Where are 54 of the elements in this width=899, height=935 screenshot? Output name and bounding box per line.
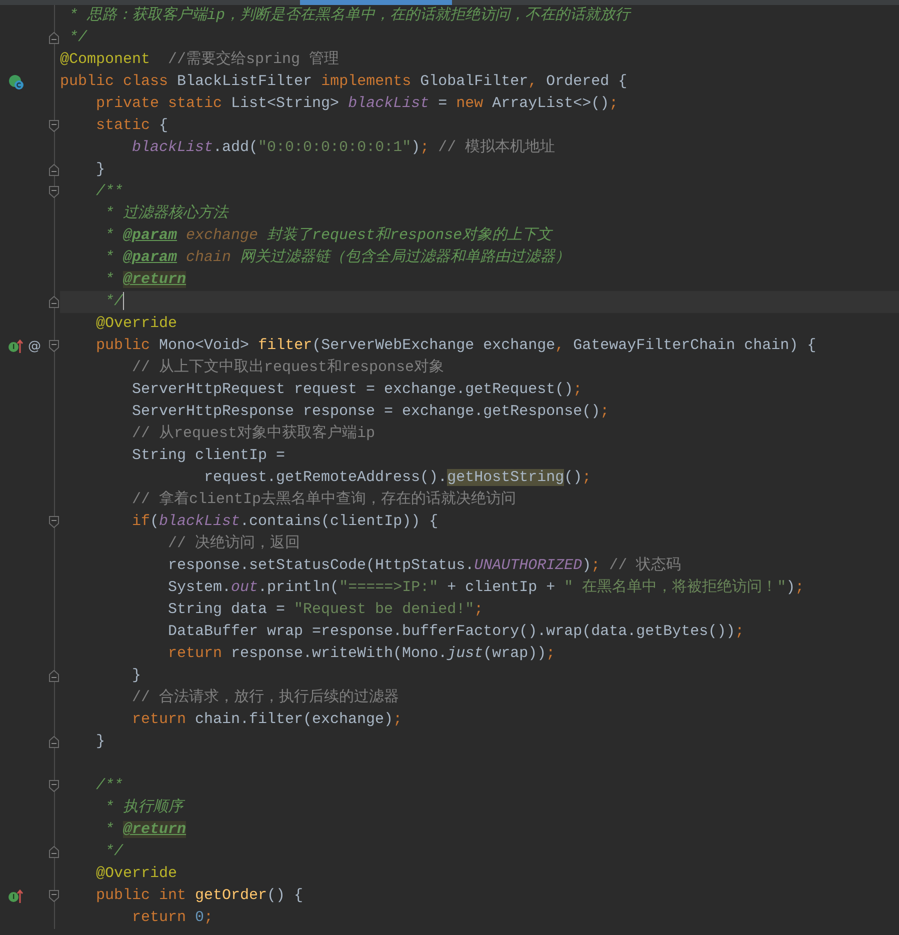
code-line: return 0; <box>131 908 214 928</box>
code-line: public Mono<Void> filter(ServerWebExchange exchange, GatewayFilterChain chain) { <box>95 336 818 356</box>
code-line: } <box>131 666 142 686</box>
code-line: * @param exchange 封装了request和response对象的上下文 <box>104 226 554 246</box>
fold-marker-icon[interactable] <box>49 340 59 352</box>
fold-marker-icon[interactable] <box>49 186 59 198</box>
code-line: * 过滤器核心方法 <box>104 203 230 224</box>
code-line: // 从上下文中取出request和response对象 <box>131 358 446 378</box>
code-line: // 决绝访问，返回 <box>167 533 302 554</box>
circle-arrow-icon[interactable] <box>8 338 24 354</box>
code-line: ServerHttpResponse response = exchange.getResponse(); <box>131 402 610 422</box>
code-line: blackList.add("0:0:0:0:0:0:0:1"); // 模拟本机地址 <box>131 138 556 158</box>
fold-marker-icon[interactable] <box>49 120 59 132</box>
fold-marker-icon[interactable] <box>49 780 59 792</box>
code-line: @Override <box>95 314 178 334</box>
code-line: return chain.filter(exchange); <box>131 710 404 730</box>
fold-marker-icon[interactable] <box>49 890 59 902</box>
fold-marker-icon[interactable] <box>49 846 59 858</box>
code-line: } <box>95 160 106 180</box>
code-line: String data = "Request be denied!"; <box>167 600 484 620</box>
code-line: @Component //需要交给spring 管理 <box>60 49 340 70</box>
code-line: */ <box>104 842 124 862</box>
fold-marker-icon[interactable] <box>49 516 59 528</box>
code-line: if(blackList.contains(clientIp)) { <box>131 512 440 532</box>
code-line: // 从request对象中获取客户端ip <box>131 423 376 444</box>
code-line: public int getOrder() { <box>95 886 304 906</box>
code-line: // 拿着clientIp去黑名单中查询，存在的话就决绝访问 <box>131 489 518 510</box>
fold-marker-icon[interactable] <box>49 736 59 748</box>
code-line: } <box>95 732 106 752</box>
fold-marker-icon[interactable] <box>49 164 59 176</box>
fold-marker-icon[interactable] <box>49 32 59 44</box>
code-line: @Override <box>95 864 178 884</box>
code-line: /** <box>95 776 124 796</box>
fold-marker-icon[interactable] <box>49 670 59 682</box>
circle-arrow-icon[interactable] <box>8 888 24 904</box>
code-line: */ <box>68 28 88 48</box>
code-line: * 执行顺序 <box>104 797 186 818</box>
fold-marker-icon[interactable] <box>49 296 59 308</box>
code-line: String clientIp = <box>131 446 286 466</box>
at-sign-marker[interactable]: @ <box>28 340 41 352</box>
code-line: System.out.println("=====>IP:" + clientIp + " 在黑名单中，将被拒绝访问！"); <box>167 577 806 598</box>
class-icon[interactable] <box>8 74 24 90</box>
code-line: static { <box>95 116 170 136</box>
code-line: response.setStatusCode(HttpStatus.UNAUTHORIZED); // 状态码 <box>167 556 682 576</box>
code-line: private static List<String> blackList = new ArrayList<>(); <box>95 94 620 114</box>
code-line: ServerHttpRequest request = exchange.getRequest(); <box>131 380 584 400</box>
code-line: request.getRemoteAddress().getHostString(); <box>203 468 592 488</box>
code-line: return response.writeWith(Mono.just(wrap)); <box>167 644 556 664</box>
code-line: /** <box>95 182 124 202</box>
code-line: // 合法请求，放行，执行后续的过滤器 <box>131 688 400 708</box>
code-line: DataBuffer wrap =response.bufferFactory().wrap(data.getBytes()); <box>167 622 746 642</box>
code-line: * 思路：获取客户端ip，判断是否在黑名单中，在的话就拒绝访问，不在的话就放行 <box>68 5 632 26</box>
code-line: public class BlackListFilter implements GlobalFilter, Ordered { <box>60 72 628 92</box>
code-line: * @param chain 网关过滤器链（包含全局过滤器和单路由过滤器） <box>104 248 572 268</box>
